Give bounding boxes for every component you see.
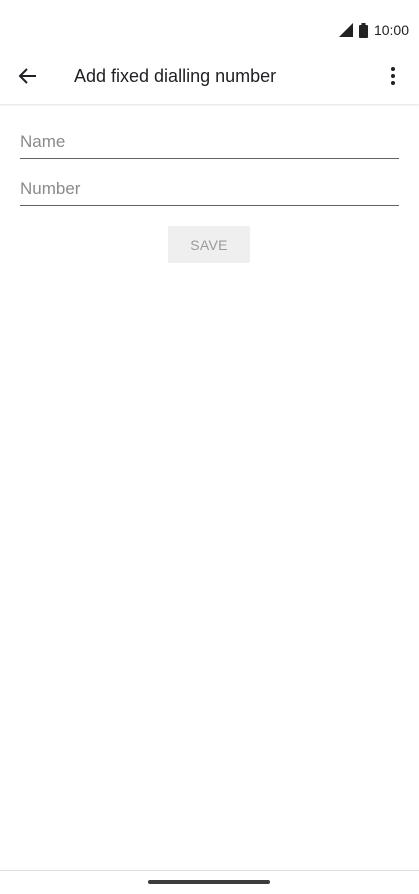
number-input[interactable] [20, 175, 399, 203]
name-input[interactable] [20, 128, 399, 156]
name-field [20, 128, 399, 159]
fdn-form: SAVE [20, 128, 399, 263]
more-vert-icon [390, 66, 396, 91]
app-bar: Add fixed dialling number [0, 52, 419, 104]
overflow-menu-button[interactable] [381, 62, 405, 94]
arrow-left-icon [18, 66, 38, 91]
save-button[interactable]: SAVE [168, 226, 250, 263]
nav-divider [0, 870, 419, 871]
status-time: 10:00 [373, 22, 409, 38]
status-icons: 10:00 [338, 22, 409, 38]
battery-icon [358, 22, 368, 38]
back-button[interactable] [12, 62, 44, 94]
home-indicator[interactable] [148, 880, 270, 884]
page-title: Add fixed dialling number [74, 66, 277, 86]
status-bar: 10:00 [0, 0, 419, 52]
number-field [20, 175, 399, 206]
signal-icon [338, 23, 353, 37]
